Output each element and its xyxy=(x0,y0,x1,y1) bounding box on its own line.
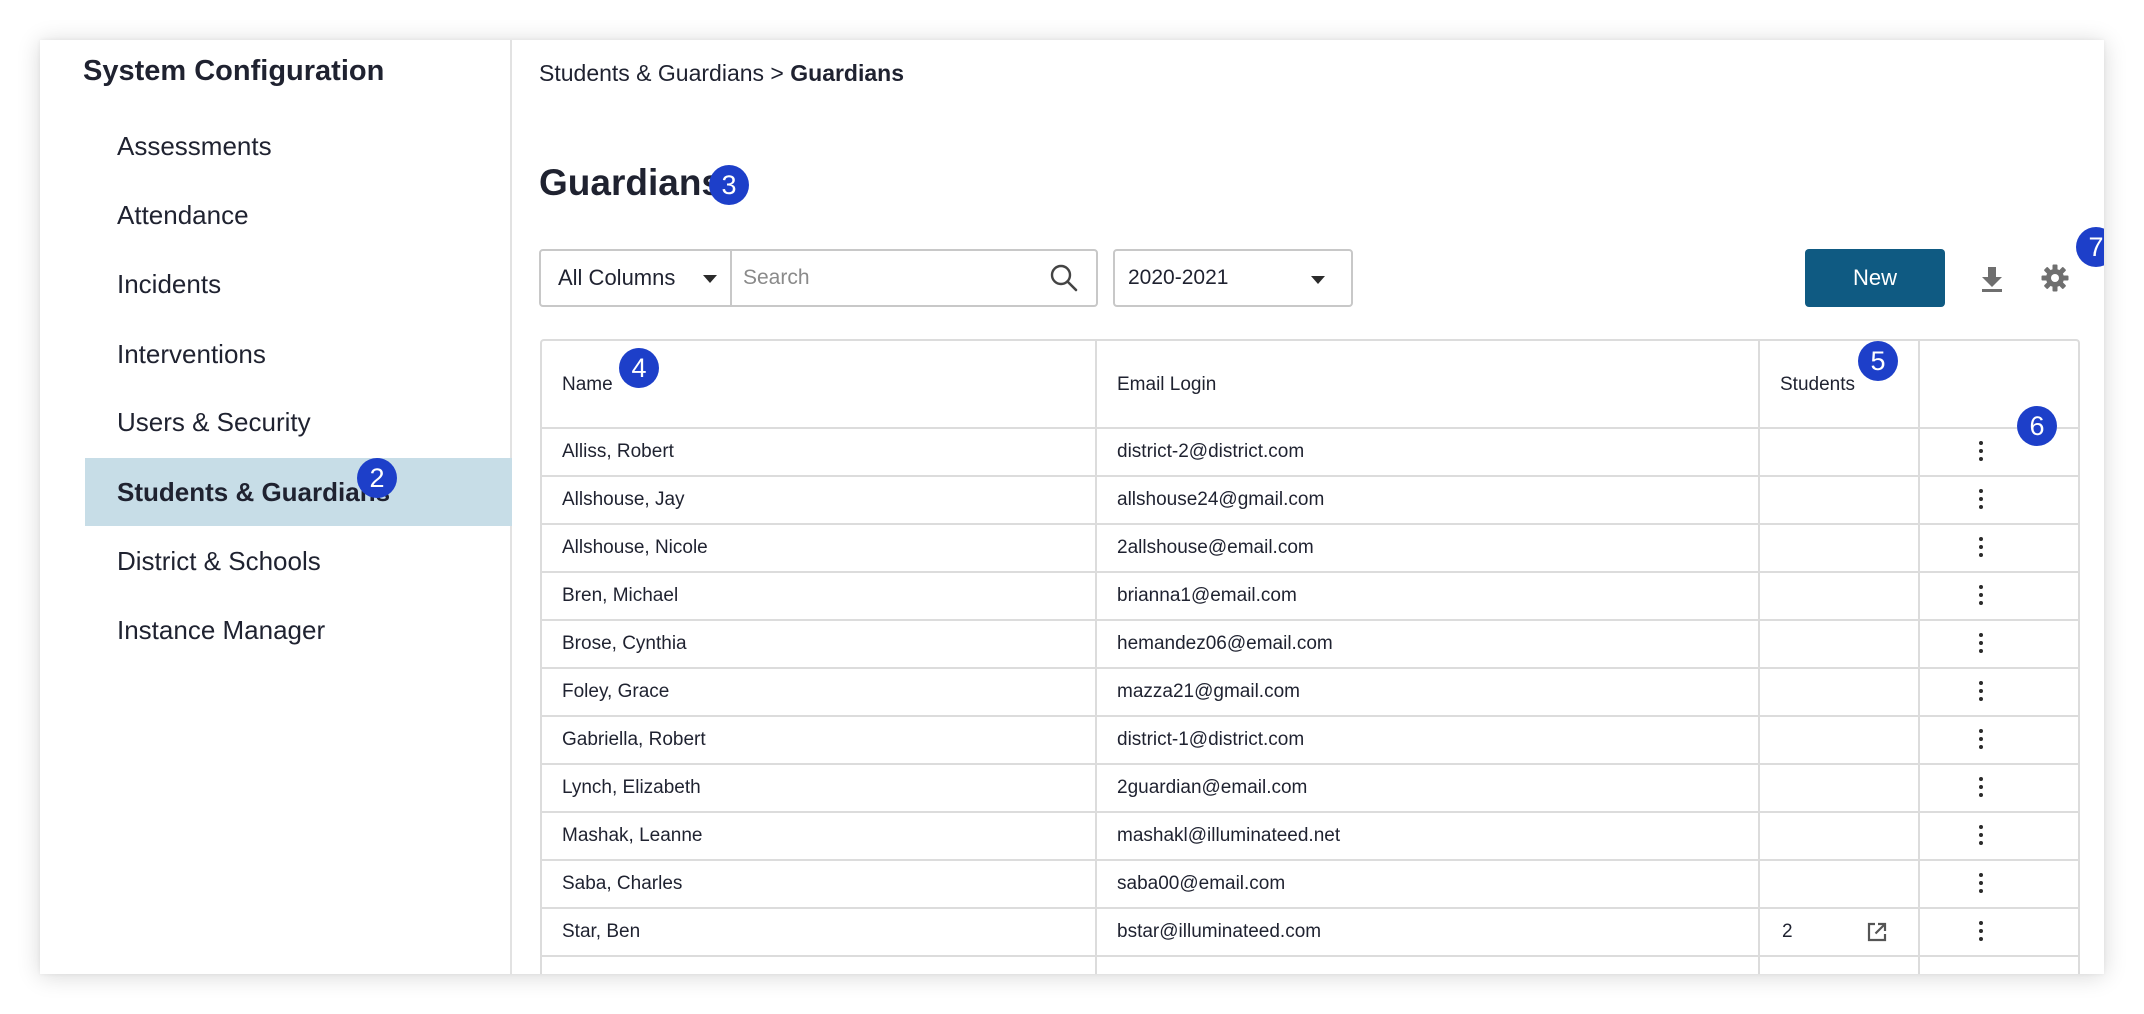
cell-email: mazza21@gmail.com xyxy=(1117,681,1300,702)
sidebar-item-label: District & Schools xyxy=(117,546,321,576)
page-title: Guardians xyxy=(539,162,722,204)
caret-down-icon xyxy=(703,275,717,283)
column-header-label: Email Login xyxy=(1117,374,1217,395)
sidebar-item-assessments[interactable]: Assessments xyxy=(85,112,512,180)
column-header-students[interactable]: Students xyxy=(1760,341,1855,429)
row-actions-menu-icon[interactable] xyxy=(1976,873,1986,897)
sidebar-item-district-schools[interactable]: District & Schools xyxy=(85,527,512,595)
table-row[interactable]: Alliss, Robert district-2@district.com xyxy=(542,429,2078,477)
column-filter-select[interactable]: All Columns xyxy=(539,249,732,307)
cell-name: Bren, Michael xyxy=(562,585,679,606)
annotation-badge-3: 3 xyxy=(709,165,749,205)
sidebar-title: System Configuration xyxy=(83,55,385,87)
row-actions-menu-icon[interactable] xyxy=(1976,921,1986,945)
guardians-table: Name 4 Email Login Students 5 6 Alliss, … xyxy=(540,339,2080,974)
cell-email: mashakl@illuminateed.net xyxy=(1117,825,1341,846)
sidebar-item-label: Students & Guardians xyxy=(117,477,391,507)
row-actions-menu-icon[interactable] xyxy=(1976,729,1986,753)
cell-email: 2guardian@email.com xyxy=(1117,777,1308,798)
cell-name: Star, Ben xyxy=(562,921,641,942)
sidebar-item-interventions[interactable]: Interventions xyxy=(85,320,512,388)
cell-email: brianna1@email.com xyxy=(1117,585,1297,606)
row-actions-menu-icon[interactable] xyxy=(1976,585,1986,609)
cell-email: 2allshouse@email.com xyxy=(1117,537,1314,558)
cell-email: bstar@illuminateed.com xyxy=(1117,921,1322,942)
app-window: System Configuration Assessments Attenda… xyxy=(40,40,2104,974)
row-actions-menu-icon[interactable] xyxy=(1976,489,1986,513)
cell-name: Gabriella, Robert xyxy=(562,729,706,750)
cell-name: Mashak, Leanne xyxy=(562,825,703,846)
table-row[interactable]: Saba, Charles saba00@email.com xyxy=(542,861,2078,909)
sidebar-item-label: Instance Manager xyxy=(117,615,326,645)
table-row[interactable]: Gabriella, Robert district-1@district.com xyxy=(542,717,2078,765)
annotation-badge-5: 5 xyxy=(1858,341,1898,381)
table-header: Name 4 Email Login Students 5 6 xyxy=(542,341,2078,446)
row-actions-menu-icon[interactable] xyxy=(1976,777,1986,801)
cell-name: Lynch, Elizabeth xyxy=(562,777,701,798)
breadcrumb-separator: > xyxy=(770,60,784,86)
caret-down-icon xyxy=(1311,276,1325,284)
sidebar-item-label: Interventions xyxy=(117,339,266,369)
annotation-badge-4: 4 xyxy=(619,348,659,388)
table-row[interactable]: Star, Ben bstar@illuminateed.com 2 xyxy=(542,909,2078,957)
cell-students: 2 xyxy=(1782,921,1793,942)
sidebar-item-users-security[interactable]: Users & Security xyxy=(85,388,512,456)
sidebar-item-label: Users & Security xyxy=(117,407,311,437)
cell-email: allshouse24@gmail.com xyxy=(1117,489,1325,510)
sidebar-item-students-guardians[interactable]: Students & Guardians 2 xyxy=(85,458,512,526)
annotation-badge-7: 7 xyxy=(2076,227,2104,267)
cell-email: saba00@email.com xyxy=(1117,873,1286,894)
cell-name: Allshouse, Nicole xyxy=(562,537,708,558)
annotation-badge-2: 2 xyxy=(357,458,397,498)
cell-name: Saba, Charles xyxy=(562,873,683,894)
sidebar-item-label: Attendance xyxy=(117,200,249,230)
row-actions-menu-icon[interactable] xyxy=(1976,681,1986,705)
row-actions-menu-icon[interactable] xyxy=(1976,537,1986,561)
download-icon[interactable] xyxy=(1979,265,2005,298)
breadcrumb-current: Guardians xyxy=(790,60,905,86)
new-button[interactable]: New xyxy=(1805,249,1945,307)
sidebar: System Configuration Assessments Attenda… xyxy=(40,40,512,974)
sidebar-item-instance-manager[interactable]: Instance Manager xyxy=(85,596,512,664)
column-header-label: Students xyxy=(1780,374,1855,395)
sidebar-item-label: Incidents xyxy=(117,269,222,299)
sidebar-item-label: Assessments xyxy=(117,131,272,161)
sidebar-item-incidents[interactable]: Incidents xyxy=(85,250,512,318)
cell-name: Foley, Grace xyxy=(562,681,670,702)
cell-email: hemandez06@email.com xyxy=(1117,633,1333,654)
cell-email: district-2@district.com xyxy=(1117,441,1305,462)
breadcrumb-parent[interactable]: Students & Guardians xyxy=(539,60,764,86)
open-external-icon[interactable] xyxy=(1866,921,1888,948)
page-title-text: Guardians xyxy=(539,162,722,203)
table-row[interactable]: Allshouse, Nicole 2allshouse@email.com xyxy=(542,525,2078,573)
table-row[interactable]: Lynch, Elizabeth 2guardian@email.com xyxy=(542,765,2078,813)
column-header-email[interactable]: Email Login xyxy=(1097,341,1216,429)
table-row[interactable]: Brose, Cynthia hemandez06@email.com xyxy=(542,621,2078,669)
school-year-select[interactable]: 2020-2021 xyxy=(1113,249,1353,307)
row-actions-menu-icon[interactable] xyxy=(1976,441,1986,465)
table-row[interactable]: Mashak, Leanne mashakl@illuminateed.net xyxy=(542,813,2078,861)
column-header-label: Name xyxy=(562,374,613,395)
search-box xyxy=(730,249,1098,307)
cell-name: Allshouse, Jay xyxy=(562,489,685,510)
row-actions-menu-icon[interactable] xyxy=(1976,633,1986,657)
column-header-name[interactable]: Name xyxy=(542,341,613,429)
table-row[interactable]: Foley, Grace mazza21@gmail.com xyxy=(542,669,2078,717)
breadcrumb: Students & Guardians > Guardians xyxy=(539,60,904,87)
column-filter-value: All Columns xyxy=(558,265,676,290)
cell-name: Brose, Cynthia xyxy=(562,633,687,654)
sidebar-item-attendance[interactable]: Attendance xyxy=(85,181,512,249)
cell-name: Alliss, Robert xyxy=(562,441,674,462)
school-year-value: 2020-2021 xyxy=(1128,266,1229,289)
search-input[interactable] xyxy=(743,251,1033,305)
table-row[interactable]: Bren, Michael brianna1@email.com xyxy=(542,573,2078,621)
cell-email: district-1@district.com xyxy=(1117,729,1305,750)
search-icon[interactable] xyxy=(1049,263,1079,298)
table-row[interactable]: Allshouse, Jay allshouse24@gmail.com xyxy=(542,477,2078,525)
gear-icon[interactable] xyxy=(2040,263,2070,298)
annotation-badge-6: 6 xyxy=(2017,406,2057,446)
row-actions-menu-icon[interactable] xyxy=(1976,825,1986,849)
